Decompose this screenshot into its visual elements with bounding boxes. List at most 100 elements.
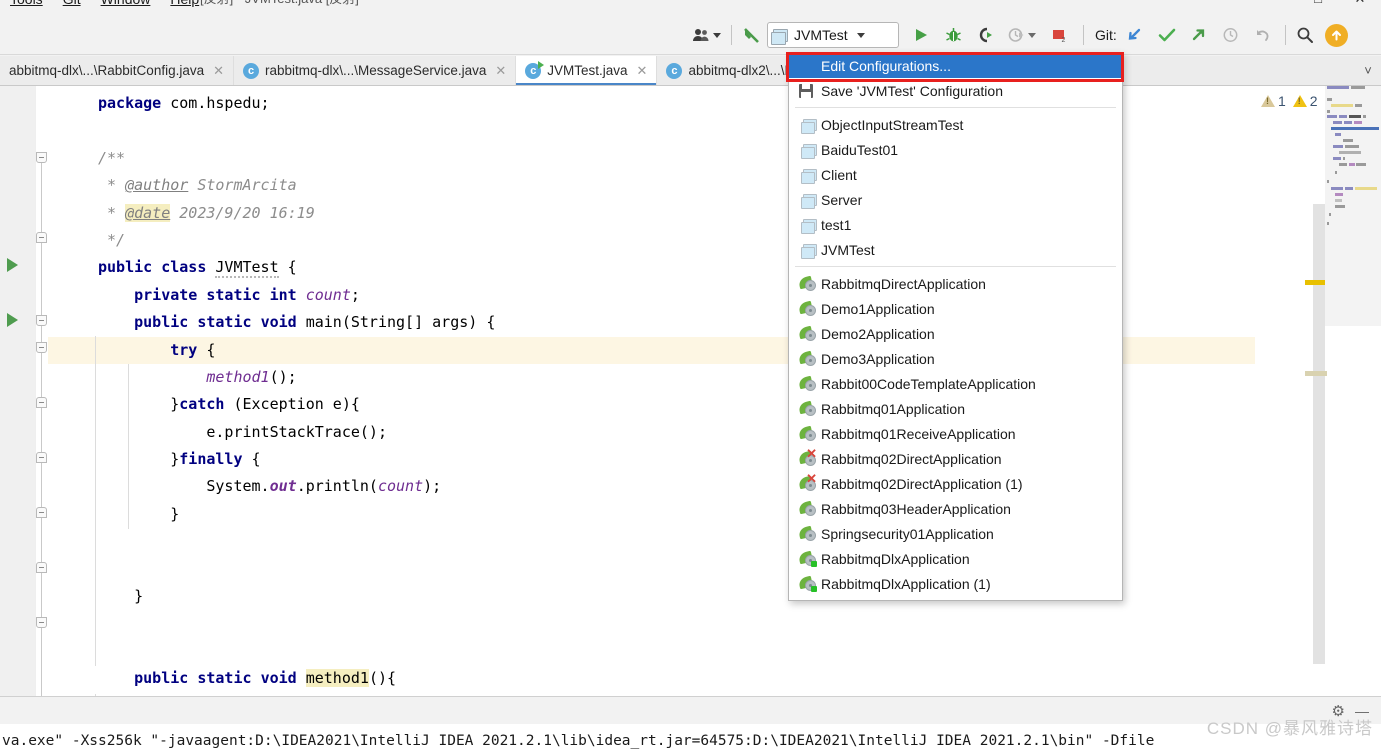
debug-bug-icon[interactable] xyxy=(941,21,965,49)
window-controls: — □ ✕ xyxy=(1255,0,1381,16)
java-class-icon: c xyxy=(243,62,260,79)
warning-marker[interactable] xyxy=(1305,280,1327,285)
menu-item-springsecurity01application[interactable]: Springsecurity01Application xyxy=(789,521,1122,546)
code-line: public static void main(String[] args) { xyxy=(134,313,496,332)
editor-tab-rabbitconfig[interactable]: abbitmq-dlx\...\RabbitConfig.java ✕ xyxy=(0,56,235,85)
menu-item-baidutest01[interactable]: BaiduTest01 xyxy=(789,137,1122,162)
toolbar-separator xyxy=(731,25,732,45)
menu-item-jvmtest[interactable]: JVMTest xyxy=(789,237,1122,262)
code-line: try { xyxy=(48,336,1381,364)
menu-item-rabbitmqdirectapplication[interactable]: RabbitmqDirectApplication xyxy=(789,271,1122,296)
fold-marker-open[interactable] xyxy=(36,315,47,326)
git-label: Git: xyxy=(1095,27,1117,43)
menu-item-test1[interactable]: test1 xyxy=(789,212,1122,237)
minimize-icon[interactable]: — xyxy=(1255,0,1297,16)
weak-warning-marker[interactable] xyxy=(1305,371,1327,376)
stop-icon[interactable]: 2 xyxy=(1047,21,1071,49)
application-config-icon xyxy=(799,168,821,184)
menu-item-label: Rabbitmq01Application xyxy=(821,400,965,417)
fold-marker-open[interactable] xyxy=(36,152,47,163)
menu-item-label: RabbitmqDlxApplication xyxy=(821,550,970,567)
menu-item-label: Springsecurity01Application xyxy=(821,525,994,542)
menu-separator xyxy=(795,107,1116,108)
menu-item-rabbitmq02directapplication[interactable]: ✕ Rabbitmq02DirectApplication xyxy=(789,446,1122,471)
menu-item-server[interactable]: Server xyxy=(789,187,1122,212)
menu-item-rabbitmqdlxapplication-1[interactable]: RabbitmqDlxApplication (1) xyxy=(789,571,1122,596)
fold-marker-open[interactable] xyxy=(36,342,47,353)
editor-tab-jvmtest[interactable]: c JVMTest.java ✕ xyxy=(516,56,658,85)
menu-item-demo1application[interactable]: Demo1Application xyxy=(789,296,1122,321)
arrow-up-left-icon[interactable] xyxy=(739,21,765,49)
menu-item-rabbit00codetemplateapplication[interactable]: Rabbit00CodeTemplateApplication xyxy=(789,371,1122,396)
menu-item-rabbitmq01receiveapplication[interactable]: Rabbitmq01ReceiveApplication xyxy=(789,421,1122,446)
spring-boot-icon xyxy=(797,525,821,542)
application-config-icon xyxy=(771,28,788,45)
editor-scrollbar-thumb[interactable] xyxy=(1313,204,1325,664)
menu-item-rabbitmq03headerapplication[interactable]: Rabbitmq03HeaderApplication xyxy=(789,496,1122,521)
code-line: }finally { xyxy=(98,450,261,469)
run-configurations-dropdown[interactable]: Edit Configurations... Save 'JVMTest' Con… xyxy=(788,52,1123,601)
run-with-coverage-icon[interactable] xyxy=(973,21,997,49)
fold-marker-end[interactable] xyxy=(36,397,47,408)
fold-marker-open[interactable] xyxy=(36,617,47,628)
menu-item-demo2application[interactable]: Demo2Application xyxy=(789,321,1122,346)
menu-item-rabbitmqdlxapplication[interactable]: RabbitmqDlxApplication xyxy=(789,546,1122,571)
menu-item-edit-configurations[interactable]: Edit Configurations... xyxy=(789,53,1122,78)
tab-label: abbitmq-dlx\...\RabbitConfig.java xyxy=(9,63,205,78)
rollback-icon[interactable] xyxy=(1251,21,1275,49)
update-project-icon[interactable] xyxy=(1123,21,1147,49)
inspection-panel: 1 2 ^ ˅ xyxy=(1255,86,1381,696)
chevron-down-icon[interactable]: ˅ xyxy=(1355,56,1381,85)
code-line: } xyxy=(98,504,180,523)
java-runnable-class-icon: c xyxy=(525,60,545,79)
menu-item-git[interactable]: Git xyxy=(53,0,91,16)
editor-gutter[interactable] xyxy=(0,86,36,696)
spring-boot-icon xyxy=(797,275,821,292)
run-gutter-icon[interactable] xyxy=(7,313,18,327)
run-console[interactable]: va.exe" -Xss256k "-javaagent:D:\IDEA2021… xyxy=(0,724,1381,750)
close-icon[interactable]: ✕ xyxy=(495,63,506,79)
close-icon[interactable]: ✕ xyxy=(213,63,224,79)
spring-boot-running-icon xyxy=(797,575,821,592)
run-play-icon[interactable] xyxy=(909,21,933,49)
maximize-icon[interactable]: □ xyxy=(1297,0,1339,16)
users-icon[interactable] xyxy=(690,21,724,49)
commit-checkmark-icon[interactable] xyxy=(1155,21,1179,49)
code-minimap[interactable] xyxy=(1325,86,1381,326)
code-line: /** xyxy=(98,148,126,167)
search-icon[interactable] xyxy=(1293,21,1317,49)
run-configuration-selector[interactable]: JVMTest xyxy=(767,22,899,48)
update-available-icon[interactable] xyxy=(1324,23,1348,47)
menu-item-window[interactable]: Window xyxy=(91,0,161,16)
menu-item-save-jvmtest-configuration[interactable]: Save 'JVMTest' Configuration xyxy=(789,78,1122,103)
code-line: * @author StormArcita xyxy=(98,176,297,195)
weak-warning-count: 1 xyxy=(1278,93,1286,109)
menu-item-objectinputstreamtest[interactable]: ObjectInputStreamTest xyxy=(789,112,1122,137)
fold-marker-end[interactable] xyxy=(36,452,47,463)
menu-item-demo3application[interactable]: Demo3Application xyxy=(789,346,1122,371)
menu-item-rabbitmq02directapplication-1[interactable]: ✕ Rabbitmq02DirectApplication (1) xyxy=(789,471,1122,496)
fold-marker-end[interactable] xyxy=(36,232,47,243)
java-class-icon: c xyxy=(666,62,683,79)
menu-item-label: Demo2Application xyxy=(821,325,935,342)
editor-tab-messageservice[interactable]: c rabbitmq-dlx\...\MessageService.java ✕ xyxy=(234,56,517,85)
profiler-icon[interactable] xyxy=(1005,21,1039,49)
menu-bar: Tools Git Window Help [反射] - JVMTest.jav… xyxy=(0,0,1381,16)
menu-item-label: BaiduTest01 xyxy=(821,141,899,158)
folding-gutter[interactable] xyxy=(36,86,48,716)
push-arrow-icon[interactable] xyxy=(1187,21,1211,49)
close-icon[interactable]: ✕ xyxy=(1339,0,1381,16)
menu-item-rabbitmq01application[interactable]: Rabbitmq01Application xyxy=(789,396,1122,421)
run-gutter-icon[interactable] xyxy=(7,258,18,272)
spring-boot-icon xyxy=(797,300,821,317)
svg-text:2: 2 xyxy=(1062,37,1066,43)
close-icon[interactable]: ✕ xyxy=(637,63,648,79)
code-line: method1(); xyxy=(206,367,297,386)
code-text-area[interactable]: package com.hspedu; /** * @author StormA… xyxy=(48,86,1381,696)
menu-item-tools[interactable]: Tools xyxy=(0,0,53,16)
fold-marker-end[interactable] xyxy=(36,562,47,573)
menu-item-client[interactable]: Client xyxy=(789,162,1122,187)
fold-marker-end[interactable] xyxy=(36,507,47,518)
history-clock-icon[interactable] xyxy=(1219,21,1243,49)
